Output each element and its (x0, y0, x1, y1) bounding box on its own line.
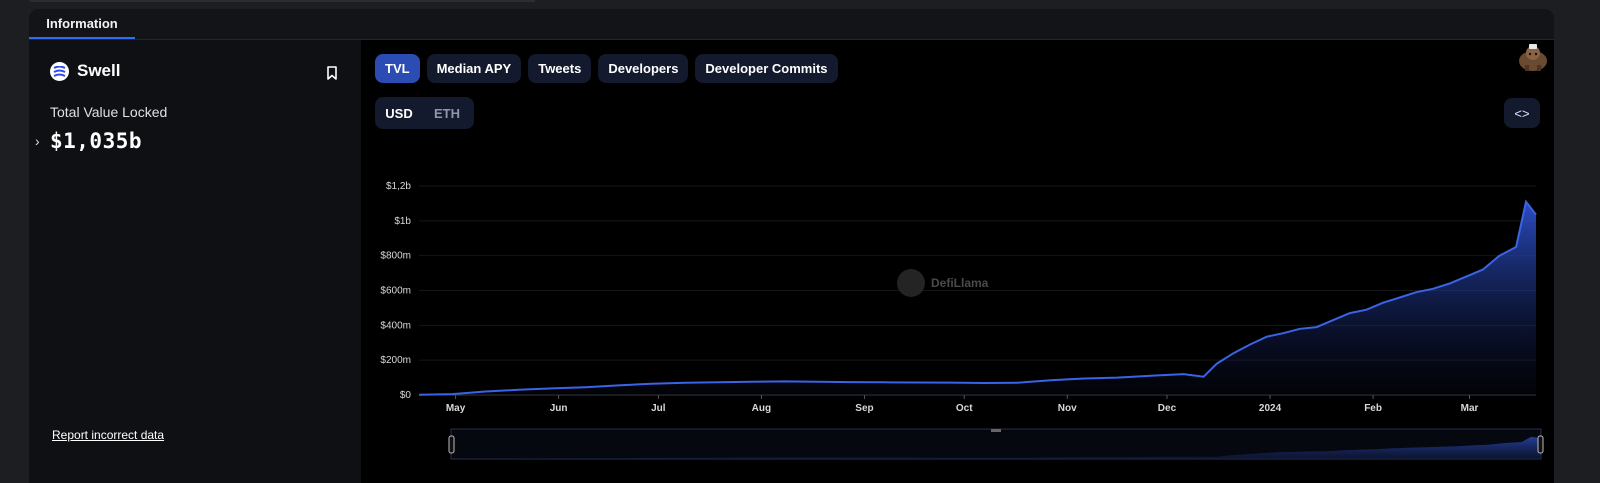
y-tick-label: $0 (400, 390, 412, 401)
y-tick-label: $1,2b (386, 181, 411, 192)
x-tick-label: Nov (1058, 403, 1077, 414)
report-incorrect-data-link[interactable]: Report incorrect data (52, 428, 164, 442)
y-tick-label: $200m (380, 355, 411, 366)
tvl-label: Total Value Locked (50, 104, 168, 120)
protocol-panel: Information Swell Total Value Locked › $… (29, 9, 1554, 483)
tab-information[interactable]: Information (29, 9, 135, 39)
y-tick-label: $600m (380, 286, 411, 297)
swell-logo-icon (50, 61, 69, 81)
x-tick-label: Sep (855, 403, 873, 414)
x-tick-label: Feb (1364, 403, 1382, 414)
protocol-summary: Swell Total Value Locked › $1,035b Repor… (29, 40, 361, 483)
tab-bar: Information (29, 9, 1554, 40)
x-tick-label: Oct (956, 403, 973, 414)
top-divider (30, 0, 535, 2)
x-axis-ticks: May Jun Jul Aug Sep Oct Nov Dec 2024 Feb Mar (446, 395, 1479, 414)
tvl-value: $1,035b (50, 129, 143, 153)
bookmark-icon[interactable] (325, 65, 339, 81)
watermark-text: DefiLlama (931, 276, 989, 290)
protocol-name: Swell (77, 61, 121, 80)
defillama-watermark: DefiLlama (897, 269, 989, 297)
y-tick-label: $1b (394, 216, 411, 227)
x-tick-label: Mar (1461, 403, 1479, 414)
x-tick-label: Aug (752, 403, 771, 414)
x-tick-label: Jun (550, 403, 568, 414)
x-tick-label: May (446, 403, 466, 414)
chart-area: TVL Median APY Tweets Developers Develop… (361, 40, 1554, 483)
x-tick-label: Dec (1158, 403, 1177, 414)
y-tick-label: $400m (380, 320, 411, 331)
range-grip[interactable] (991, 429, 1001, 432)
y-tick-label: $800m (380, 251, 411, 262)
range-handle-left[interactable] (448, 435, 455, 454)
range-handle-right[interactable] (1537, 435, 1544, 454)
protocol-header: Swell (50, 61, 120, 81)
y-axis-ticks: $0 $200m $400m $600m $800m $1b $1,2b (380, 181, 411, 401)
tvl-chart: $0 $200m $400m $600m $800m $1b $1,2b May Jun Jul… (380, 181, 1544, 460)
tvl-area (419, 201, 1536, 395)
x-tick-label: 2024 (1259, 403, 1282, 414)
range-slider[interactable] (448, 428, 1544, 460)
chevron-right-icon[interactable]: › (35, 133, 40, 149)
x-tick-label: Jul (651, 403, 666, 414)
